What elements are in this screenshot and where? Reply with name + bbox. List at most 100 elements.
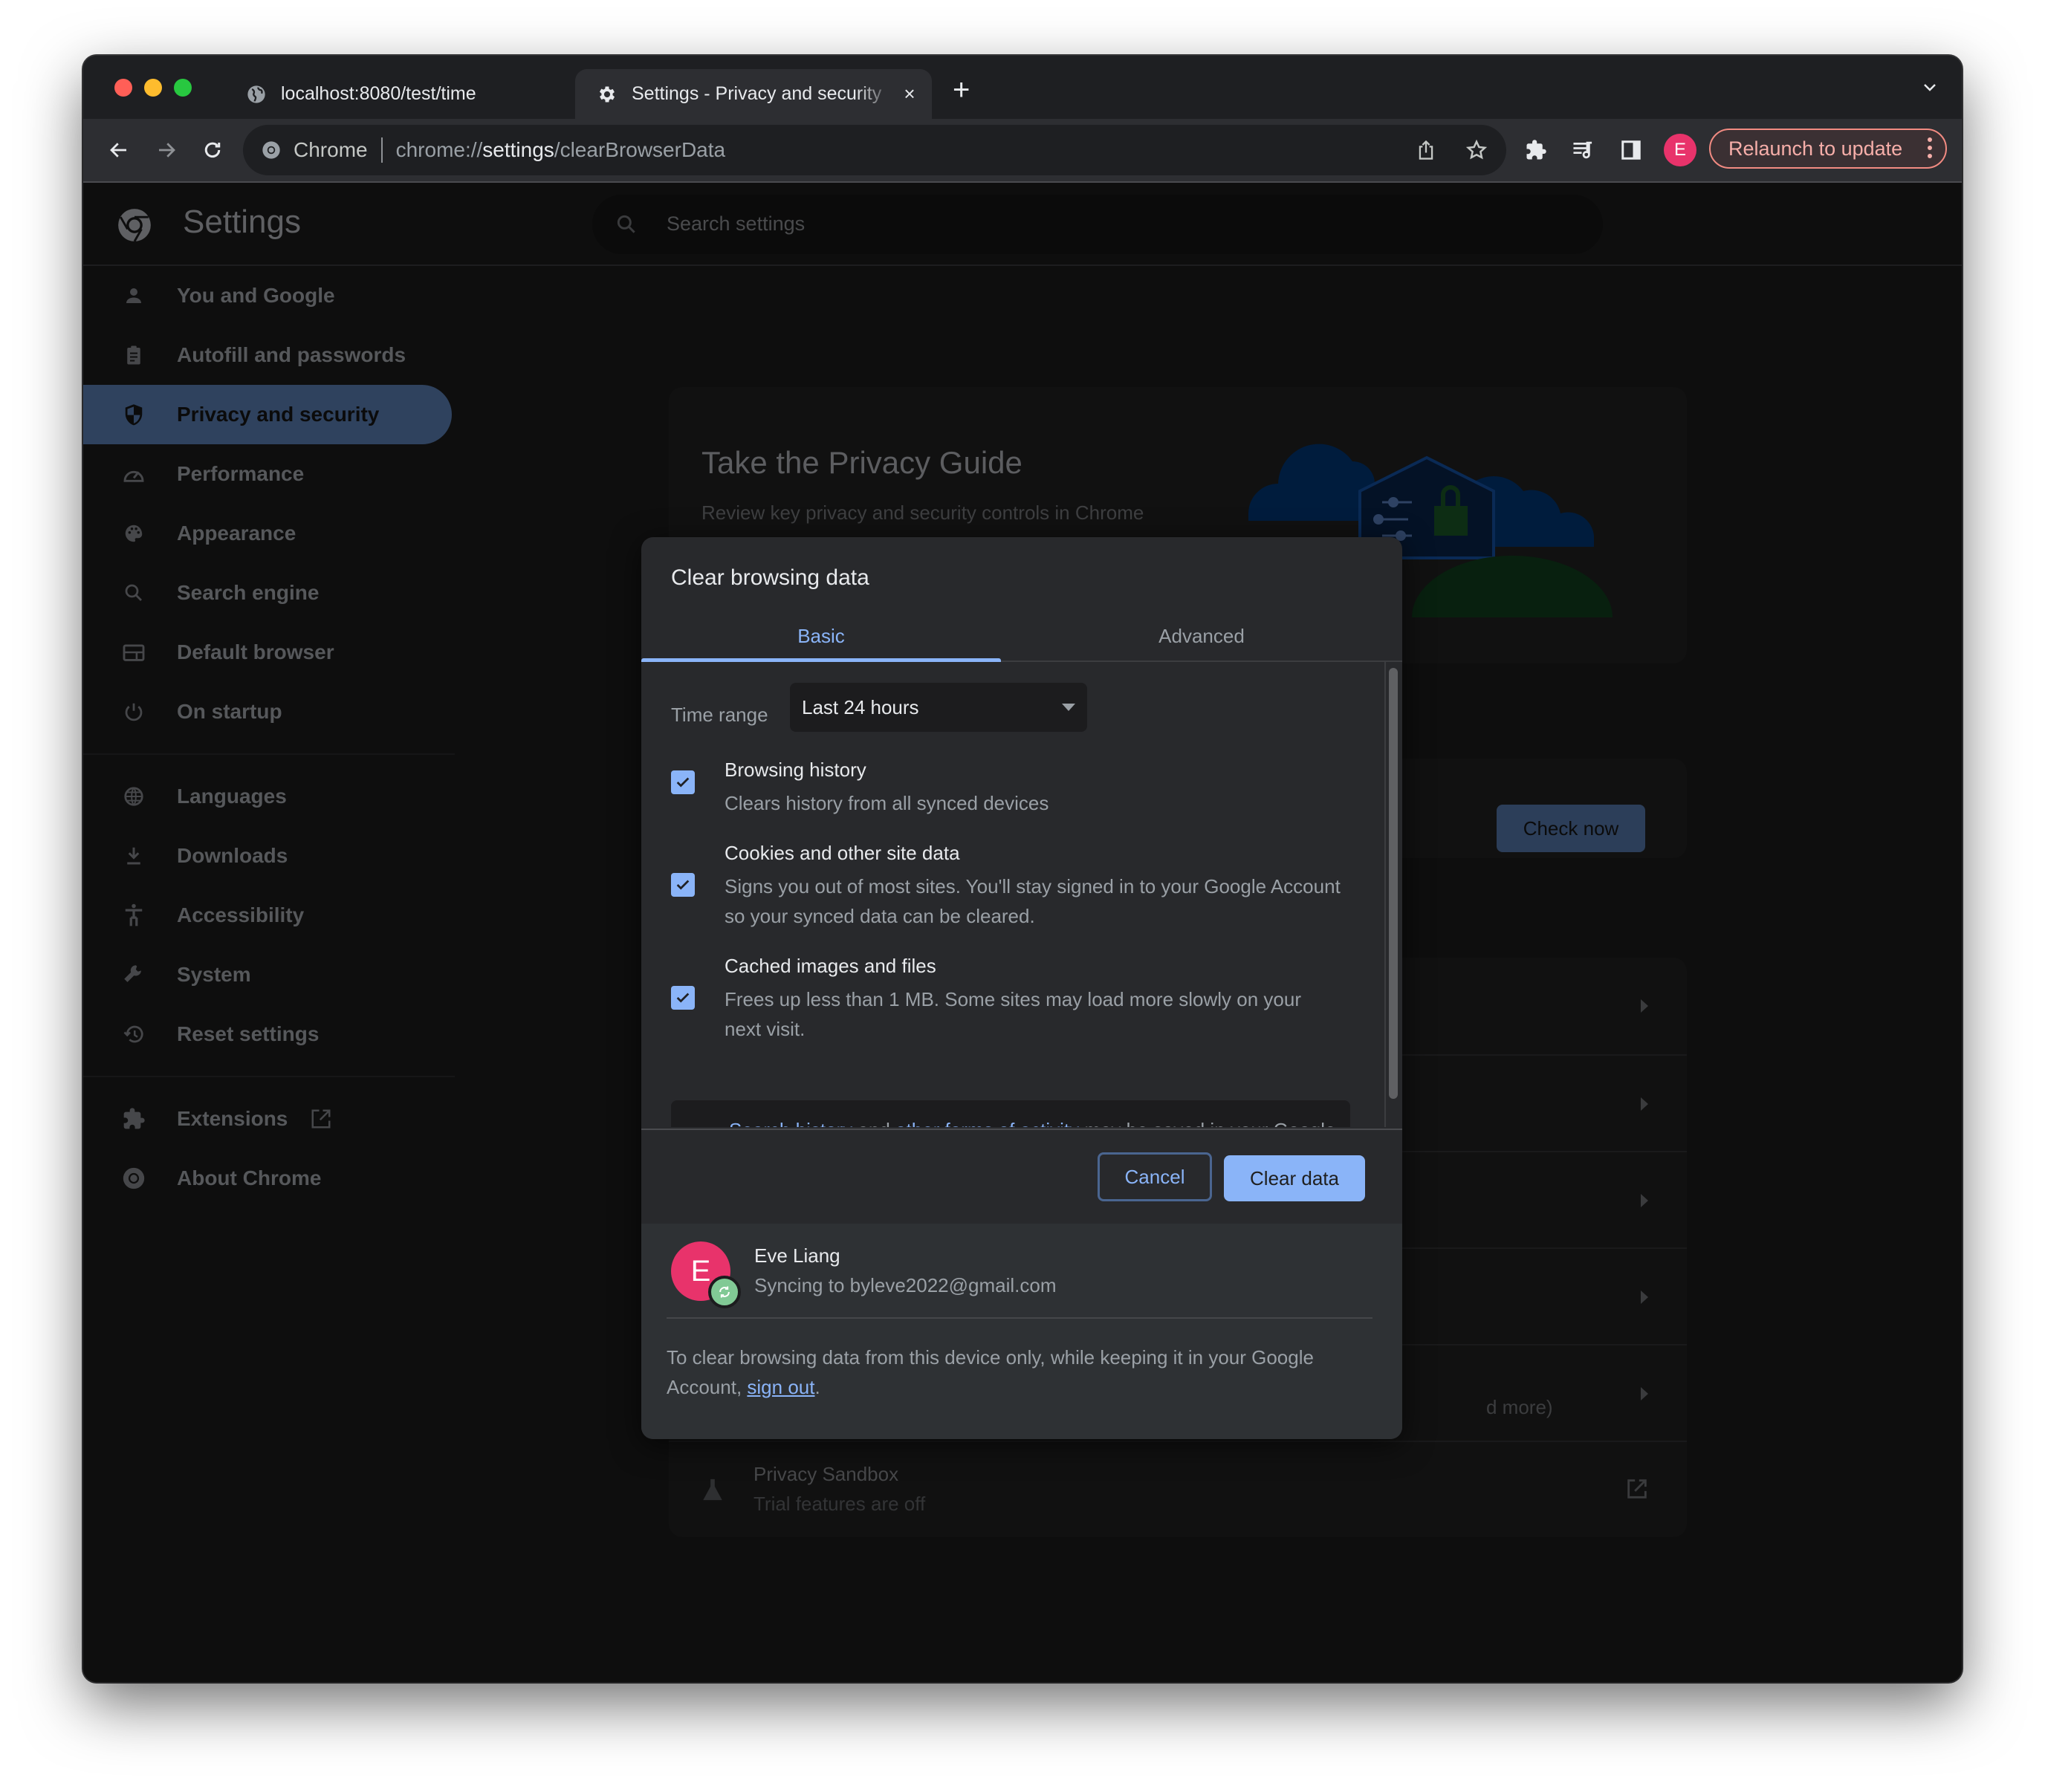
tab-close-button[interactable]: × — [895, 82, 924, 105]
sidebar-item-performance[interactable]: Performance — [83, 444, 455, 504]
clear-browsing-data-dialog: Clear browsing data Basic Advanced Time … — [641, 537, 1402, 1439]
search-history-link[interactable]: Search history — [729, 1119, 852, 1127]
sidebar-divider — [83, 1076, 455, 1077]
account-sync-text: Syncing to byleve2022@gmail.com — [754, 1274, 1057, 1296]
dialog-scrollbar[interactable] — [1387, 668, 1398, 1099]
settings-header: Settings Search settings — [83, 183, 1962, 266]
page-title: Settings — [183, 204, 301, 240]
tab-basic[interactable]: Basic — [641, 611, 1001, 662]
sidebar-item-label: Downloads — [177, 844, 288, 867]
site-settings-more-text: d more) — [1486, 1396, 1553, 1418]
sidebar-item-accessibility[interactable]: Accessibility — [83, 886, 455, 945]
palette-icon — [119, 519, 149, 548]
sidebar-item-label: Performance — [177, 462, 305, 485]
browser-window: localhost:8080/test/time × Settings - Pr… — [83, 56, 1962, 1682]
arrow-right-icon — [159, 143, 175, 158]
sidebar-item-label: You and Google — [177, 284, 335, 307]
dialog-tabs: Basic Advanced — [641, 611, 1402, 662]
window-close-button[interactable] — [114, 79, 132, 97]
time-range-select[interactable]: Last 24 hours — [790, 683, 1087, 732]
browser-icon — [119, 637, 149, 667]
checkmark-icon — [676, 993, 690, 1003]
chrome-icon — [119, 1163, 149, 1193]
sidebar-item-system[interactable]: System — [83, 945, 455, 1004]
other-activity-link[interactable]: other forms of activity — [895, 1119, 1079, 1127]
profile-avatar[interactable]: E — [1664, 134, 1696, 166]
checkmark-icon — [676, 777, 690, 788]
dialog-title: Clear browsing data — [671, 565, 869, 590]
account-divider — [667, 1317, 1372, 1319]
chevron-right-icon — [1641, 1291, 1648, 1304]
check-now-button[interactable]: Check now — [1497, 805, 1645, 852]
cached-images-checkbox[interactable] — [671, 986, 695, 1010]
sidebar-item-label: Appearance — [177, 522, 296, 545]
sidebar-item-on-startup[interactable]: On startup — [83, 682, 455, 741]
tab-title: Settings - Privacy and security — [632, 83, 882, 104]
sidebar-item-default-browser[interactable]: Default browser — [83, 623, 455, 682]
sidebar-item-extensions[interactable]: Extensions — [83, 1089, 455, 1149]
toolbar: Chrome chrome://settings/clearBrowserDat… — [83, 119, 1962, 183]
sidebar-item-label: Default browser — [177, 640, 334, 663]
media-controls-icon[interactable] — [1569, 135, 1598, 165]
sidebar-item-label: Languages — [177, 785, 287, 808]
power-icon — [119, 697, 149, 727]
sidebar-item-reset-settings[interactable]: Reset settings — [83, 1004, 455, 1064]
search-icon — [615, 212, 638, 240]
window-minimize-button[interactable] — [144, 79, 162, 97]
extensions-puzzle-icon[interactable] — [1521, 135, 1551, 165]
chevron-right-icon — [1641, 1097, 1648, 1111]
privacy-sandbox-title: Privacy Sandbox — [753, 1463, 899, 1485]
download-icon — [119, 841, 149, 871]
reload-button[interactable] — [196, 134, 229, 166]
sidebar-item-downloads[interactable]: Downloads — [83, 826, 455, 886]
omnibox-separator — [380, 137, 383, 163]
sign-out-link[interactable]: sign out — [747, 1376, 814, 1398]
sidebar-item-label: On startup — [177, 700, 282, 723]
search-icon — [119, 578, 149, 608]
back-button[interactable] — [103, 134, 135, 166]
window-zoom-button[interactable] — [174, 79, 192, 97]
account-name: Eve Liang — [754, 1244, 840, 1267]
chevron-right-icon — [1641, 999, 1648, 1013]
chrome-icon — [259, 138, 283, 162]
sign-out-note: To clear browsing data from this device … — [667, 1346, 1314, 1398]
new-tab-button[interactable]: + — [953, 75, 970, 105]
privacy-row-privacy-sandbox[interactable]: Privacy Sandbox Trial features are off — [669, 1441, 1687, 1539]
sync-icon — [708, 1276, 741, 1308]
forward-button[interactable] — [150, 134, 183, 166]
cookies-checkbox[interactable] — [671, 873, 695, 897]
browsing-history-checkbox[interactable] — [671, 770, 695, 794]
dialog-body: Time range Last 24 hours Browsing histor… — [641, 662, 1384, 1127]
share-icon[interactable] — [1411, 135, 1441, 165]
time-range-label: Time range — [671, 704, 768, 726]
option-title: Cached images and files — [725, 955, 936, 977]
sidebar-item-languages[interactable]: Languages — [83, 767, 455, 826]
more-vert-icon[interactable] — [1928, 137, 1932, 158]
tab-search-chevron-icon[interactable] — [1923, 82, 1936, 94]
scrollbar-thumb[interactable] — [1389, 668, 1398, 1099]
search-settings-input[interactable]: Search settings — [592, 195, 1603, 254]
bookmark-star-icon[interactable] — [1462, 135, 1491, 165]
address-bar[interactable]: Chrome chrome://settings/clearBrowserDat… — [243, 125, 1506, 175]
checkmark-icon — [676, 880, 690, 890]
sidebar-item-privacy-and-security[interactable]: Privacy and security — [83, 385, 452, 444]
option-description: Signs you out of most sites. You'll stay… — [725, 875, 1341, 927]
sidebar-item-appearance[interactable]: Appearance — [83, 504, 455, 563]
side-panel-icon[interactable] — [1616, 135, 1646, 165]
time-range-value: Last 24 hours — [802, 695, 919, 718]
sidebar-item-about-chrome[interactable]: About Chrome — [83, 1149, 455, 1208]
settings-page: Settings Search settings You and Google … — [83, 183, 1962, 1682]
relaunch-label: Relaunch to update — [1728, 137, 1903, 160]
cancel-button[interactable]: Cancel — [1098, 1152, 1212, 1201]
tab-settings[interactable]: Settings - Privacy and security × — [575, 69, 932, 119]
sidebar-item-autofill[interactable]: Autofill and passwords — [83, 325, 455, 385]
shield-icon — [119, 400, 149, 429]
sidebar-item-search-engine[interactable]: Search engine — [83, 563, 455, 623]
clear-data-button[interactable]: Clear data — [1224, 1155, 1365, 1201]
relaunch-to-update-button[interactable]: Relaunch to update — [1709, 129, 1947, 169]
arrow-left-icon — [110, 143, 126, 158]
sidebar-item-you-and-google[interactable]: You and Google — [83, 266, 455, 325]
option-description: Frees up less than 1 MB. Some sites may … — [725, 988, 1301, 1040]
sidebar-divider — [83, 753, 455, 755]
tab-advanced[interactable]: Advanced — [1001, 611, 1402, 660]
